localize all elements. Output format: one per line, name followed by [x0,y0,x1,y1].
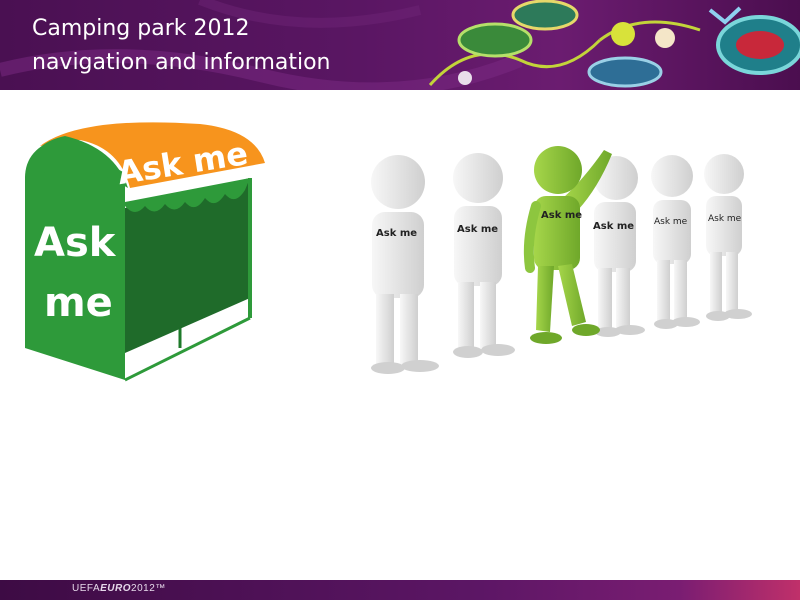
footer-brand-suffix: 2012™ [131,583,166,594]
tent-side-label-line2: me [44,280,113,326]
person-figure-2 [453,153,515,358]
page-subtitle: navigation and information [32,50,331,75]
ask-me-tent-illustration: Ask me Ask me [25,122,265,382]
person-label-6: Ask me [708,214,742,224]
person-label-1: Ask me [376,228,417,239]
person-label-4: Ask me [593,221,634,232]
person-figure-5 [651,155,700,329]
page-title: Camping park 2012 [32,16,250,41]
person-figure-4 [594,156,645,337]
people-lineup-illustration: Ask me Ask me Ask me Ask me Ask me Ask m… [371,146,752,374]
footer-logo: UEFAEURO2012™ [72,583,166,594]
person-figure-1 [371,155,439,374]
footer-brand-main: EURO [100,583,132,594]
euro2012-ornament [0,0,800,90]
person-label-5: Ask me [654,217,688,227]
footer-brand-prefix: UEFA [72,583,101,594]
person-figure-6 [704,154,752,321]
footer-bar: UEFAEURO2012™ [0,580,800,600]
tent-side-label-line1: Ask [34,220,117,266]
person-label-3: Ask me [541,210,582,221]
header-banner: Camping park 2012 navigation and informa… [0,0,800,90]
person-label-2: Ask me [457,224,498,235]
